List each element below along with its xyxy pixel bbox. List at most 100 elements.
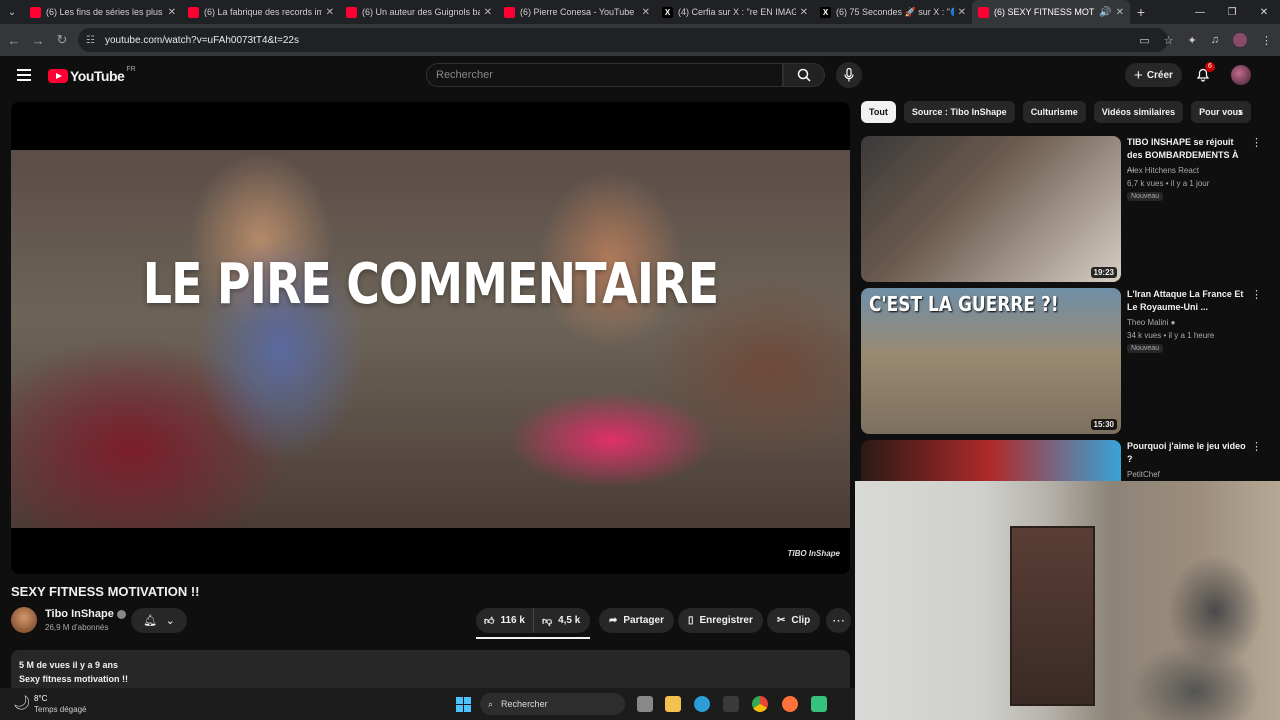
menu-icon[interactable] bbox=[17, 69, 31, 81]
more-vertical-icon[interactable]: ⋮ bbox=[1251, 288, 1262, 301]
restore-icon[interactable]: ❐ bbox=[1216, 0, 1248, 24]
reload-icon[interactable]: ↻ bbox=[50, 32, 74, 48]
edge-icon[interactable] bbox=[694, 696, 710, 712]
video-overlay-text: LE PIRE COMMENTAIRE bbox=[142, 252, 719, 317]
thumbs-down-icon: 👎︎ bbox=[541, 615, 553, 627]
task-view-icon[interactable] bbox=[637, 696, 653, 712]
start-button[interactable] bbox=[456, 697, 471, 712]
browser-tab[interactable]: X (6) 75 Secondes 🚀 sur X : "🔵 ✕ bbox=[814, 0, 972, 24]
chevron-right-icon[interactable]: › bbox=[1238, 104, 1242, 119]
dislike-button[interactable]: 👎︎ 4,5 k bbox=[534, 608, 588, 633]
recommendation-item[interactable]: Pourquoi j'aime le jeu video ? PetitChef… bbox=[861, 440, 1261, 481]
window-controls: — ❐ ✕ bbox=[1184, 0, 1280, 24]
more-vertical-icon[interactable]: ⋮ bbox=[1251, 136, 1262, 149]
like-button[interactable]: 👍︎ 116 k bbox=[476, 608, 534, 633]
browser-tab[interactable]: (6) Un auteur des Guignols bala ✕ bbox=[340, 0, 498, 24]
create-button[interactable]: + Créer bbox=[1125, 63, 1182, 87]
new-tab-button[interactable]: + bbox=[1130, 4, 1152, 20]
search-button[interactable] bbox=[783, 63, 825, 87]
channel-name[interactable]: Tibo InShape bbox=[45, 608, 126, 620]
x-icon: X bbox=[662, 6, 673, 18]
speaker-icon[interactable]: 🔊 bbox=[1099, 7, 1111, 18]
browser-tab[interactable]: (6) Les fins de séries les plus W ✕ bbox=[24, 0, 182, 24]
notification-bell-button[interactable]: 🔔︎ ⌄ bbox=[131, 608, 187, 633]
media-icon[interactable]: ♫ bbox=[1211, 34, 1219, 46]
recommendation-item[interactable]: 19:23 TIBO INSHAPE se réjouit des BOMBAR… bbox=[861, 136, 1262, 284]
new-badge: Nouveau bbox=[1127, 344, 1164, 353]
recommendation-channel[interactable]: Alex Hitchens React bbox=[1127, 164, 1199, 177]
share-button[interactable]: ➦ Partager bbox=[599, 608, 674, 633]
close-tab-icon[interactable]: ✕ bbox=[1116, 7, 1124, 18]
firefox-icon[interactable] bbox=[782, 696, 798, 712]
url-field[interactable]: ☷ youtube.com/watch?v=uFAh0073tT4&t=22s bbox=[78, 28, 1168, 52]
chrome-icon[interactable] bbox=[752, 696, 768, 712]
voice-search-button[interactable] bbox=[836, 62, 862, 88]
duration-badge: 15:30 bbox=[1090, 419, 1117, 430]
browser-tab[interactable]: X(4) Cerfia sur X : "re EN IMAGES✕ bbox=[656, 0, 814, 24]
close-tab-icon[interactable]: ✕ bbox=[800, 7, 808, 18]
browser-menu-icon[interactable]: ⋮ bbox=[1261, 34, 1272, 47]
site-info-icon[interactable]: ☷ bbox=[86, 35, 95, 46]
recommendation-title[interactable]: L'Iran Attaque La France Et Le Royaume-U… bbox=[1127, 288, 1247, 314]
tab-list-chevron-icon[interactable]: ⌄ bbox=[0, 0, 24, 24]
recommendation-meta: 34 k vues • il y a 1 heure bbox=[1127, 331, 1215, 340]
save-button[interactable]: ▯ Enregistrer bbox=[678, 608, 763, 633]
microphone-icon bbox=[844, 68, 854, 82]
recommendation-item[interactable]: C'EST LA GUERRE ?! 15:30 L'Iran Attaque … bbox=[861, 288, 1262, 436]
store-icon[interactable] bbox=[723, 696, 739, 712]
notifications-button[interactable]: 6 bbox=[1195, 62, 1215, 84]
recommendation-channel[interactable]: PetitChef bbox=[1127, 468, 1160, 481]
channel-avatar[interactable] bbox=[11, 607, 37, 633]
browser-tab-active[interactable]: (6) SEXY FITNESS MOTIVATI🔊✕ bbox=[972, 0, 1130, 24]
install-icon[interactable]: ▭ bbox=[1139, 34, 1149, 47]
video-frame bbox=[11, 150, 850, 528]
duration-badge: 19:23 bbox=[1090, 267, 1117, 278]
profile-avatar[interactable] bbox=[1233, 33, 1247, 47]
youtube-icon bbox=[978, 6, 989, 18]
browser-tab[interactable]: (6) Pierre Conesa - YouTube ✕ bbox=[498, 0, 656, 24]
chip-culturisme[interactable]: Culturisme bbox=[1022, 101, 1086, 123]
bell-icon: 🔔︎ bbox=[143, 615, 158, 627]
search-input[interactable]: Rechercher bbox=[426, 63, 783, 87]
scissors-icon: ✂ bbox=[777, 615, 786, 626]
close-tab-icon[interactable]: ✕ bbox=[484, 7, 492, 18]
close-tab-icon[interactable]: ✕ bbox=[958, 7, 966, 18]
app-icon[interactable] bbox=[811, 696, 827, 712]
more-vertical-icon[interactable]: ⋮ bbox=[1251, 440, 1261, 453]
taskbar-search[interactable]: ⌕ Rechercher bbox=[480, 693, 625, 715]
forward-icon[interactable]: → bbox=[26, 33, 50, 48]
share-icon: ➦ bbox=[609, 615, 618, 626]
file-explorer-icon[interactable] bbox=[665, 696, 681, 712]
back-icon[interactable]: ← bbox=[2, 33, 26, 48]
extensions-icon[interactable]: ✦ bbox=[1188, 34, 1197, 47]
weather-moon-icon[interactable]: 🌙︎ bbox=[13, 694, 31, 711]
clip-button[interactable]: ✂ Clip bbox=[767, 608, 821, 633]
recommendation-title[interactable]: Pourquoi j'aime le jeu video ? bbox=[1127, 440, 1247, 466]
youtube-logo[interactable]: YouTube FR bbox=[48, 66, 136, 84]
youtube-masthead: YouTube FR Rechercher + Créer 6 bbox=[0, 56, 1280, 96]
minimize-icon[interactable]: — bbox=[1184, 0, 1216, 24]
chip-all[interactable]: Tout bbox=[861, 101, 896, 123]
chip-similar[interactable]: Vidéos similaires bbox=[1093, 101, 1184, 123]
notification-count-badge: 6 bbox=[1205, 62, 1215, 72]
recommendation-channel[interactable]: Theo Malini ● bbox=[1127, 316, 1175, 329]
youtube-icon bbox=[346, 6, 357, 18]
close-tab-icon[interactable]: ✕ bbox=[642, 7, 650, 18]
video-thumbnail[interactable]: C'EST LA GUERRE ?! 15:30 bbox=[861, 288, 1121, 434]
close-window-icon[interactable]: ✕ bbox=[1248, 0, 1280, 24]
like-dislike-group: 👍︎ 116 k 👎︎ 4,5 k bbox=[476, 608, 590, 633]
account-avatar[interactable] bbox=[1231, 65, 1251, 85]
video-thumbnail[interactable]: 19:23 bbox=[861, 136, 1121, 282]
subscriber-count: 26,9 M d'abonnés bbox=[45, 623, 109, 632]
video-player[interactable]: LE PIRE COMMENTAIRE TIBO InShape bbox=[11, 102, 850, 574]
browser-tab[interactable]: (6) La fabrique des records imp ✕ bbox=[182, 0, 340, 24]
close-tab-icon[interactable]: ✕ bbox=[326, 7, 334, 18]
weather-description: Temps dégagé bbox=[34, 705, 87, 714]
video-thumbnail[interactable] bbox=[861, 440, 1121, 481]
bookmark-star-icon[interactable]: ☆ bbox=[1164, 34, 1174, 47]
close-tab-icon[interactable]: ✕ bbox=[168, 7, 176, 18]
chip-source[interactable]: Source : Tibo InShape bbox=[903, 101, 1015, 123]
search-icon: ⌕ bbox=[488, 698, 494, 709]
more-actions-button[interactable]: ⋯ bbox=[826, 608, 851, 633]
search-icon bbox=[797, 68, 811, 82]
